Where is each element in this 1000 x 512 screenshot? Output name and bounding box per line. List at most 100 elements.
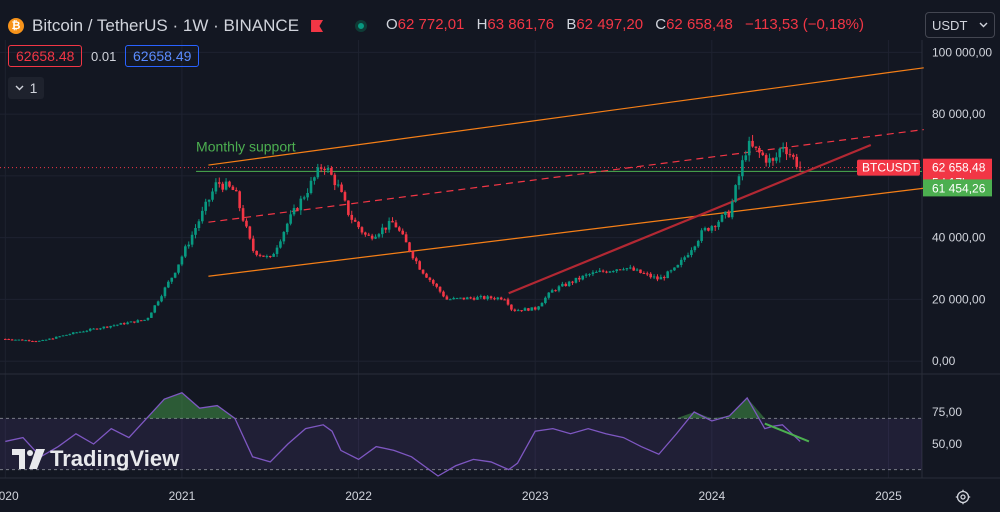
candle-body xyxy=(27,340,31,342)
candle-body xyxy=(754,146,758,148)
candle-body xyxy=(41,340,44,342)
candle-body xyxy=(347,200,350,215)
candle-body xyxy=(666,271,669,279)
currency-label: USDT xyxy=(932,17,968,33)
currency-select[interactable]: USDT xyxy=(925,12,995,38)
candle-body xyxy=(567,281,571,287)
sell-price-button[interactable]: 62658.48 xyxy=(8,45,83,67)
candle-body xyxy=(598,270,602,272)
candle-body xyxy=(88,328,92,331)
candle-body xyxy=(448,299,452,301)
candle-body xyxy=(319,167,323,169)
candle-body xyxy=(85,330,89,332)
candle-body xyxy=(139,320,143,322)
candle-body xyxy=(224,181,228,190)
change-value: −113,53 (−0,18%) xyxy=(745,16,864,33)
settings-gear-icon[interactable] xyxy=(955,489,971,505)
candle-body xyxy=(272,253,275,257)
candle-body xyxy=(14,339,17,341)
candle-body xyxy=(285,223,289,232)
candle-body xyxy=(302,197,306,199)
candle-body xyxy=(421,269,425,274)
candle-body xyxy=(190,234,194,245)
time-axis-label: 2020 xyxy=(0,489,19,503)
candle-body xyxy=(323,168,326,171)
candle-body xyxy=(126,322,129,325)
candle-body xyxy=(720,214,724,222)
candle-body xyxy=(207,199,211,202)
candle-body xyxy=(639,269,642,274)
candle-body xyxy=(656,276,659,280)
candle-body xyxy=(741,160,744,177)
buy-price-button[interactable]: 62658.49 xyxy=(125,45,200,67)
candle-body xyxy=(557,286,561,291)
high-value: 63 861,76 xyxy=(487,16,555,33)
candle-body xyxy=(758,147,761,153)
symbol-header[interactable]: ₿ Bitcoin / TetherUS · 1W · BINANCE xyxy=(8,14,368,38)
candle-body xyxy=(778,148,782,158)
price-axis-label: 40 000,00 xyxy=(932,231,986,245)
candle-body xyxy=(343,192,347,201)
candle-body xyxy=(153,305,157,313)
candle-body xyxy=(550,290,554,293)
chart-canvas[interactable]: Monthly support 0,00 20 000,00 40 000,00 80 … xyxy=(0,0,1000,512)
candle-body xyxy=(357,221,360,228)
candle-body xyxy=(360,227,364,233)
candle-body xyxy=(265,255,269,257)
candle-body xyxy=(306,192,309,198)
candle-body xyxy=(34,341,38,343)
candle-body xyxy=(102,326,106,329)
candle-body xyxy=(798,166,802,168)
candle-body xyxy=(44,339,48,341)
candle-body xyxy=(605,271,608,273)
candle-body xyxy=(251,238,255,251)
price-axis-label: 20 000,00 xyxy=(932,292,986,306)
candle-body xyxy=(713,226,717,228)
candle-body xyxy=(768,158,771,163)
candle-body xyxy=(673,267,676,271)
candle-body xyxy=(112,325,116,327)
candle-body xyxy=(65,334,68,336)
candle-body xyxy=(316,167,320,178)
candle-body xyxy=(204,201,208,211)
candle-body xyxy=(612,271,615,273)
candle-body xyxy=(574,277,578,283)
candle-body xyxy=(578,277,581,280)
candle-body xyxy=(734,185,737,202)
candle-body xyxy=(486,296,489,299)
candle-body xyxy=(561,283,564,287)
candle-body xyxy=(615,269,619,272)
candle-body xyxy=(109,325,112,328)
candle-body xyxy=(411,251,415,259)
candle-body xyxy=(761,152,765,156)
market-status-icon[interactable] xyxy=(355,20,368,32)
candle-body xyxy=(771,158,775,161)
candle-body xyxy=(258,254,262,256)
candle-body xyxy=(313,177,316,181)
symbol-title[interactable]: Bitcoin / TetherUS · 1W · BINANCE xyxy=(32,16,299,36)
candle-body xyxy=(116,324,119,326)
candle-body xyxy=(3,338,7,340)
candle-body xyxy=(438,286,442,292)
candle-body xyxy=(238,191,241,209)
candle-body xyxy=(10,339,14,341)
candle-body xyxy=(435,283,438,287)
candle-body xyxy=(221,183,224,190)
candle-body xyxy=(506,299,510,305)
candle-body xyxy=(353,219,357,222)
candle-body xyxy=(418,261,421,270)
candle-body xyxy=(384,227,388,230)
candle-body xyxy=(659,277,663,280)
candle-body xyxy=(381,227,384,235)
flag-icon[interactable] xyxy=(311,20,324,32)
candle-body xyxy=(744,155,748,161)
candle-body xyxy=(676,264,680,268)
candle-body xyxy=(622,269,625,271)
indicators-toggle[interactable]: 1 xyxy=(8,77,44,99)
rsi-axis-label: 50,00 xyxy=(932,437,962,451)
candle-body xyxy=(54,336,58,339)
candle-body xyxy=(530,307,534,311)
candle-body xyxy=(608,271,612,273)
candle-body xyxy=(571,281,574,283)
candle-body xyxy=(452,297,455,300)
